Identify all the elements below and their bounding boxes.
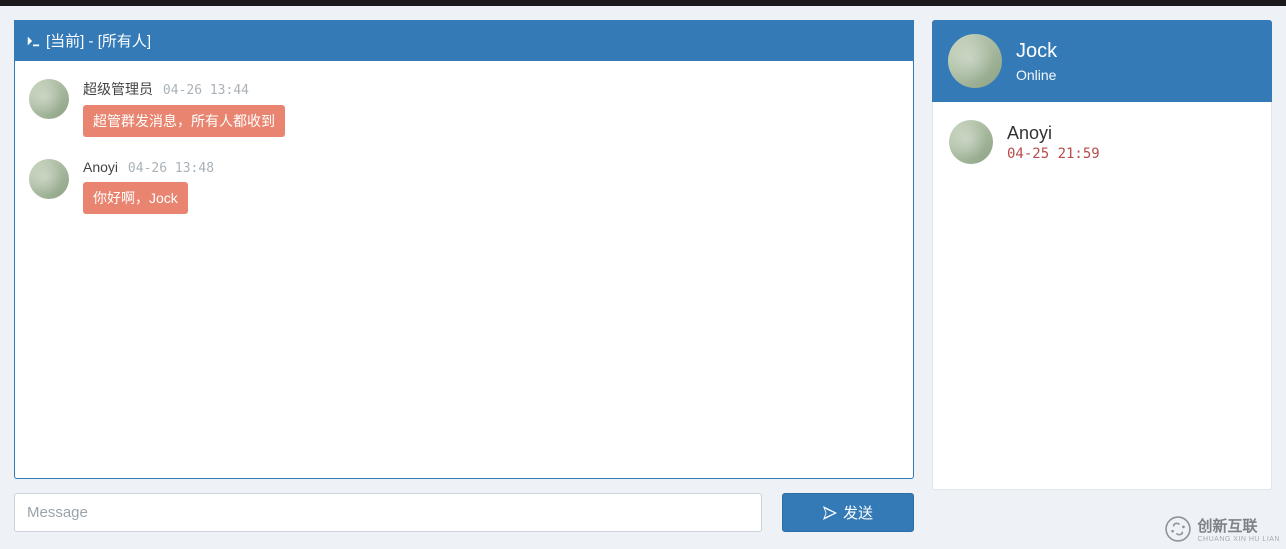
compose-bar: 发送: [14, 493, 914, 532]
terminal-icon: [26, 34, 40, 48]
chat-message: 超级管理员 04-26 13:44 超管群发消息，所有人都收到: [29, 79, 899, 137]
chat-header: [当前] - [所有人]: [14, 20, 914, 61]
chat-message: Anoyi 04-26 13:48 你好啊，Jock: [29, 159, 899, 214]
send-button-label: 发送: [843, 502, 873, 523]
avatar: [948, 34, 1002, 88]
message-author: 超级管理员: [83, 81, 153, 97]
contacts-list: Anoyi 04-25 21:59: [932, 102, 1272, 490]
paper-plane-icon: [823, 506, 837, 520]
current-user-status: Online: [1016, 67, 1057, 83]
contact-time: 04-25 21:59: [1007, 146, 1100, 162]
message-time: 04-26 13:48: [128, 161, 214, 176]
header-title-prefix: [当前]: [46, 33, 84, 50]
message-author: Anoyi: [83, 159, 118, 175]
message-input[interactable]: [14, 493, 762, 532]
send-button[interactable]: 发送: [782, 493, 914, 532]
header-title-suffix: [所有人]: [98, 33, 151, 50]
message-time: 04-26 13:44: [163, 83, 249, 98]
contact-item[interactable]: Anoyi 04-25 21:59: [949, 116, 1255, 168]
user-header: Jock Online: [932, 20, 1272, 102]
current-user-name: Jock: [1016, 40, 1057, 63]
contact-name: Anoyi: [1007, 123, 1100, 144]
avatar: [29, 159, 69, 199]
avatar: [949, 120, 993, 164]
message-bubble: 你好啊，Jock: [83, 182, 188, 214]
avatar: [29, 79, 69, 119]
chat-body[interactable]: 超级管理员 04-26 13:44 超管群发消息，所有人都收到 Anoyi 04…: [14, 61, 914, 479]
message-bubble: 超管群发消息，所有人都收到: [83, 105, 285, 137]
